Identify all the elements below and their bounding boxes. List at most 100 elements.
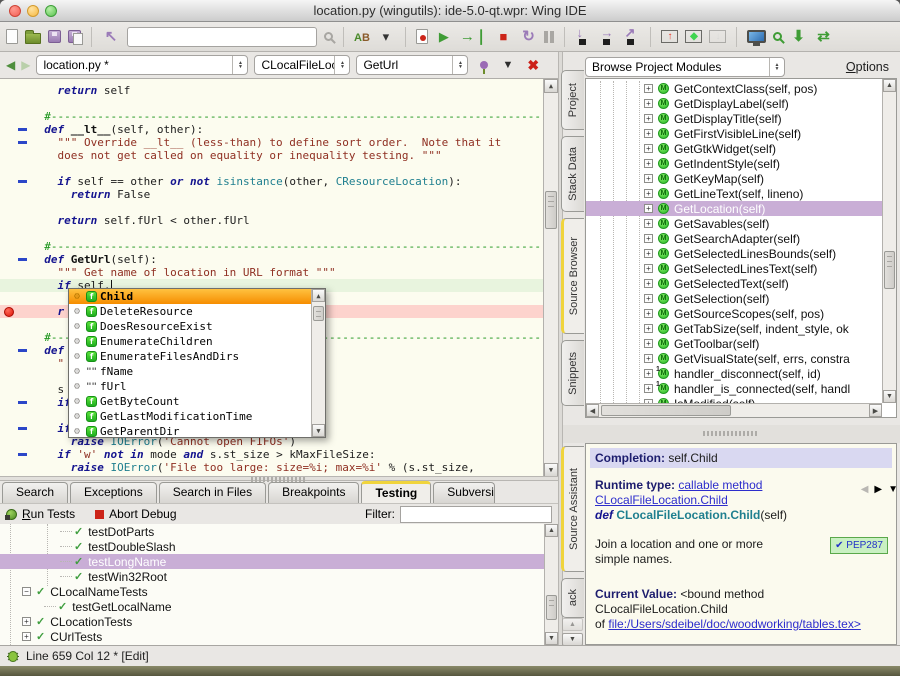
step-into-icon[interactable]: ↓ [575, 28, 592, 45]
goto-pointer-icon[interactable]: ↖ [102, 28, 120, 46]
completion-item[interactable]: ⚙fGetParentDir [69, 424, 313, 439]
browser-hscrollbar[interactable]: ◀ ▶ [586, 403, 882, 417]
code-line[interactable]: def __lt__(self, other): [0, 123, 543, 136]
browser-tree-row[interactable]: +M1handler_is_connected(self, handl [586, 381, 882, 396]
fold-marker-icon[interactable] [18, 453, 27, 456]
tabs-scroll-left-icon[interactable]: ◀ [861, 484, 869, 495]
code-line[interactable]: #---------------------------------------… [0, 240, 543, 253]
scrollbar-thumb[interactable] [601, 405, 731, 416]
editor-menu-chevron-icon[interactable]: ▼ [502, 59, 513, 71]
scrollbar-thumb[interactable] [546, 595, 557, 620]
test-tree-row[interactable]: +✓CUrlTests [0, 629, 558, 644]
expander-icon[interactable]: + [644, 354, 653, 363]
breakpoint-icon[interactable] [4, 307, 14, 317]
browser-tree-row[interactable]: +MGetTabSize(self, indent_style, ok [586, 321, 882, 336]
completion-item[interactable]: ⚙fGetLastModificationTime [69, 409, 313, 424]
history-forward-button[interactable]: ▶ [21, 58, 30, 72]
browser-tree-row[interactable]: +MGetDisplayTitle(self) [586, 111, 882, 126]
code-line[interactable] [0, 201, 543, 214]
popup-scrollbar[interactable]: ▲▼ [311, 289, 325, 437]
tab-source-assistant[interactable]: Source Assistant [561, 446, 584, 572]
tab-source-browser[interactable]: Source Browser [561, 218, 584, 334]
scrollbar-thumb[interactable] [884, 251, 895, 289]
browser-tree-row[interactable]: +MGetSelectedLinesText(self) [586, 261, 882, 276]
test-tree-row[interactable]: ✓testWin32Root [0, 569, 558, 584]
pin-icon[interactable] [480, 61, 488, 69]
expander-icon[interactable]: + [644, 279, 653, 288]
browser-tree-row[interactable]: +MGetLocation(self) [586, 201, 882, 216]
step-out-icon[interactable]: ↗ [623, 28, 640, 45]
sync-icon[interactable]: ⇄ [814, 28, 832, 46]
code-line[interactable] [0, 227, 543, 240]
scroll-up-button[interactable]: ▲ [544, 79, 558, 93]
expander-icon[interactable]: + [644, 159, 653, 168]
expander-icon[interactable]: + [644, 369, 653, 378]
completion-item[interactable]: ⚙""fName [69, 364, 313, 379]
search-project-icon[interactable] [773, 32, 782, 41]
fold-marker-icon[interactable] [18, 128, 27, 131]
browser-tree-row[interactable]: +MGetFirstVisibleLine(self) [586, 126, 882, 141]
run-tests-button[interactable]: Run Tests [22, 507, 75, 521]
completion-item[interactable]: ⚙fEnumerateChildren [69, 334, 313, 349]
code-line[interactable] [0, 97, 543, 110]
expander-icon[interactable]: + [644, 384, 653, 393]
fold-marker-icon[interactable] [18, 180, 27, 183]
expander-icon[interactable]: + [644, 219, 653, 228]
code-line[interactable]: return self.fUrl < other.fUrl [0, 214, 543, 227]
code-line[interactable]: raise IOError('File too large: size=%i; … [0, 461, 543, 474]
expander-icon[interactable]: + [644, 249, 653, 258]
new-file-icon[interactable] [6, 29, 18, 44]
browser-tree-row[interactable]: +MGetSearchAdapter(self) [586, 231, 882, 246]
scroll-down-button[interactable]: ▼ [883, 390, 896, 403]
test-tree-row[interactable]: ✓testLongName [0, 554, 558, 569]
test-tree-row[interactable]: ✓testDotParts [0, 524, 558, 539]
tabs-scroll-right-icon[interactable]: ▶ [874, 484, 882, 495]
code-line[interactable]: does not get called on equality or inequ… [0, 149, 543, 162]
browser-tree-row[interactable]: +MGetSelection(self) [586, 291, 882, 306]
browser-tree-row[interactable]: +MIsModified(self) [586, 396, 882, 403]
debug-probe-icon[interactable] [747, 30, 766, 43]
tab-project[interactable]: Project [561, 70, 584, 130]
tab-stack-data[interactable]: Stack Data [561, 136, 584, 212]
fold-marker-icon[interactable] [18, 349, 27, 352]
scroll-down-button[interactable]: ▼ [545, 632, 558, 645]
expander-icon[interactable]: + [644, 84, 653, 93]
fold-marker-icon[interactable] [18, 427, 27, 430]
stop-icon[interactable]: ■ [494, 28, 512, 46]
expander-icon[interactable]: + [644, 144, 653, 153]
browser-tree-row[interactable]: +M1handler_disconnect(self, id) [586, 366, 882, 381]
close-editor-button[interactable]: ✖ [527, 57, 539, 74]
toolbar-search-input[interactable] [127, 27, 317, 47]
tabs-menu-icon[interactable]: ▼ [888, 484, 898, 495]
browser-tree-row[interactable]: +MGetToolbar(self) [586, 336, 882, 351]
expander-icon[interactable]: + [644, 204, 653, 213]
expander-icon[interactable]: + [22, 617, 31, 626]
tab-snippets[interactable]: Snippets [561, 340, 584, 406]
browser-tree-row[interactable]: +MGetLineText(self, lineno) [586, 186, 882, 201]
pause-icon[interactable] [544, 31, 554, 43]
enable-breakpoints-icon[interactable]: ↑ [661, 30, 678, 43]
code-line[interactable]: return self [0, 84, 543, 97]
search-icon[interactable] [324, 32, 333, 41]
code-line[interactable]: if self == other or not isinstance(other… [0, 175, 543, 188]
test-tree-row[interactable]: +✓CLocationTests [0, 614, 558, 629]
fold-marker-icon[interactable] [18, 401, 27, 404]
completion-item[interactable]: ⚙fChild [69, 289, 313, 304]
tab-testing[interactable]: Testing [361, 481, 431, 503]
expander-icon[interactable]: + [22, 632, 31, 641]
restart-icon[interactable]: ↻ [519, 28, 537, 46]
expander-icon[interactable]: + [644, 294, 653, 303]
browser-vscrollbar[interactable]: ▲ ▼ [882, 79, 896, 403]
scroll-up-button[interactable]: ▲ [883, 79, 896, 92]
completion-item[interactable]: ⚙fDoesResourceExist [69, 319, 313, 334]
expander-icon[interactable]: + [644, 339, 653, 348]
code-line[interactable]: def GetUrl(self): [0, 253, 543, 266]
browser-tree-row[interactable]: +MGetSourceScopes(self, pos) [586, 306, 882, 321]
browser-tree-row[interactable]: +MGetKeyMap(self) [586, 171, 882, 186]
spellcheck-icon[interactable]: AB [354, 28, 370, 46]
splitter-grip[interactable] [703, 431, 759, 436]
browser-mode-dropdown[interactable]: Browse Project Modules ▲▼ [585, 57, 785, 77]
class-link[interactable]: CLocalFileLocation.Child [595, 493, 728, 507]
browser-tree-row[interactable]: +MGetGtkWidget(self) [586, 141, 882, 156]
test-tree-row[interactable]: ✓testDoubleSlash [0, 539, 558, 554]
